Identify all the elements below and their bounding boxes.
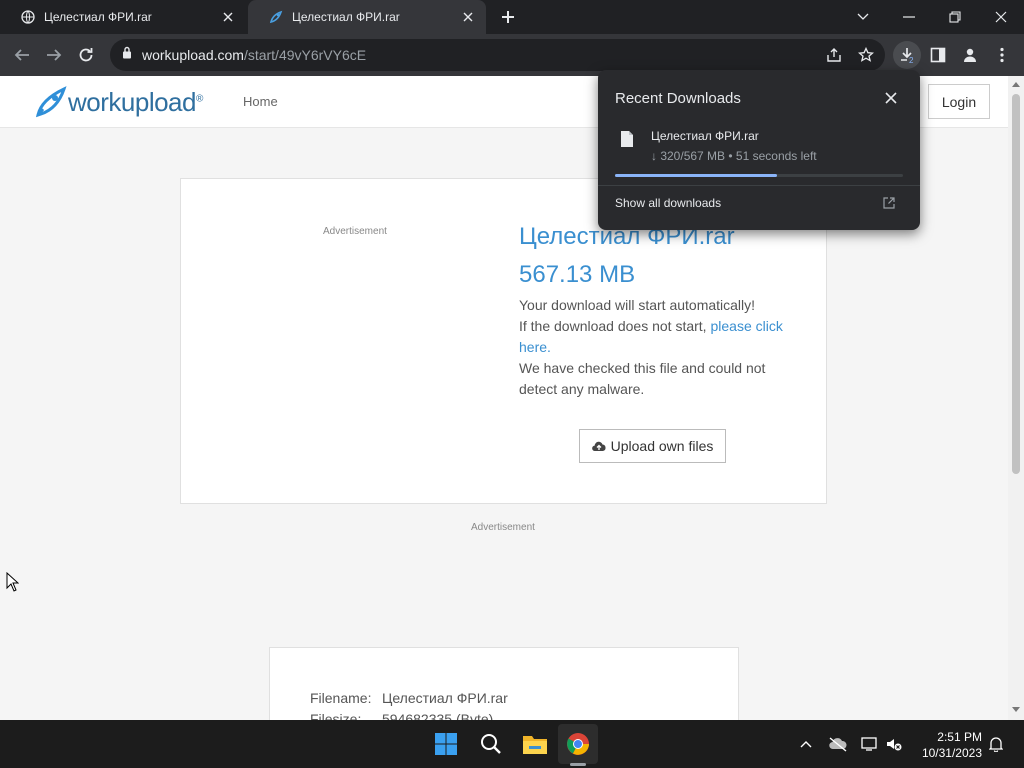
logo-text: workupload® <box>68 86 203 117</box>
download-progress-bar <box>615 174 903 177</box>
file-explorer-icon[interactable] <box>515 724 555 764</box>
file-icon <box>620 130 634 148</box>
minimize-icon[interactable] <box>886 0 932 34</box>
url-text: workupload.com/start/49vY6rVY6cE <box>142 47 367 63</box>
scroll-down-icon[interactable] <box>1012 706 1020 714</box>
system-clock[interactable]: 2:51 PM 10/31/2023 <box>912 729 982 761</box>
file-details-panel: Filename: Целестиал ФРИ.rar Filesize: 59… <box>269 647 739 720</box>
scroll-up-icon[interactable] <box>1012 80 1020 88</box>
chevron-down-icon[interactable] <box>840 0 886 34</box>
close-icon[interactable] <box>882 89 900 107</box>
downloads-title: Recent Downloads <box>615 90 741 107</box>
filename-label: Filename: <box>310 690 372 706</box>
windows-taskbar: 2:51 PM 10/31/2023 <box>0 720 1024 768</box>
close-icon[interactable] <box>460 9 476 25</box>
upload-button-label: Upload own files <box>610 438 714 454</box>
advertisement-label: Advertisement <box>323 226 387 237</box>
clock-time: 2:51 PM <box>937 730 982 744</box>
tab-title: Целестиал ФРИ.rar <box>44 10 152 24</box>
advertisement-label: Advertisement <box>471 522 535 533</box>
not-start-text: If the download does not start, please c… <box>519 318 783 355</box>
address-bar[interactable]: workupload.com/start/49vY6rVY6cE <box>110 39 885 71</box>
download-info: Your download will start automatically! … <box>519 295 789 400</box>
plus-icon[interactable] <box>499 8 517 26</box>
downloads-bubble: Recent Downloads Целестиал ФРИ.rar ↓ 320… <box>598 70 920 230</box>
chrome-icon[interactable] <box>558 724 598 764</box>
filesize-value: 594682335 (Byte) <box>382 711 494 720</box>
display-icon[interactable] <box>860 734 880 754</box>
malware-note: We have checked this file and could not … <box>519 360 766 397</box>
globe-icon <box>20 9 36 25</box>
upload-own-files-button[interactable]: Upload own files <box>579 429 726 463</box>
download-progress-fill <box>615 174 778 177</box>
share-icon[interactable] <box>820 41 848 69</box>
close-icon[interactable] <box>220 9 236 25</box>
notification-bell-icon[interactable] <box>986 734 1006 754</box>
page-scrollbar[interactable] <box>1008 76 1024 720</box>
scroll-thumb[interactable] <box>1012 94 1020 474</box>
close-window-icon[interactable] <box>978 0 1024 34</box>
active-app-indicator <box>570 763 586 766</box>
reload-icon[interactable] <box>72 41 100 69</box>
download-badge: 2 <box>909 56 914 65</box>
forward-arrow-icon[interactable] <box>40 41 68 69</box>
filesize-label: Filesize: <box>310 711 362 720</box>
cloud-upload-icon <box>591 440 606 452</box>
rocket-logo-icon <box>35 86 67 118</box>
show-all-downloads-link[interactable]: Show all downloads <box>615 196 721 210</box>
mouse-cursor-icon <box>6 571 20 597</box>
download-item-status: ↓ 320/567 MB • 51 seconds left <box>651 149 817 163</box>
tab-inactive[interactable]: Целестиал ФРИ.rar <box>0 0 246 34</box>
nav-home-link[interactable]: Home <box>243 94 278 109</box>
side-panel-icon[interactable] <box>924 41 952 69</box>
star-icon[interactable] <box>852 41 880 69</box>
cloud-offline-icon[interactable] <box>828 734 848 754</box>
download-icon[interactable]: 2 <box>893 41 921 69</box>
back-arrow-icon[interactable] <box>8 41 36 69</box>
login-button[interactable]: Login <box>928 84 990 119</box>
lock-icon <box>122 46 132 64</box>
profile-icon[interactable] <box>956 41 984 69</box>
tab-strip: Целестиал ФРИ.rar Целестиал ФРИ.rar <box>0 0 1024 34</box>
filesize-row: Filesize: 594682335 (Byte) <box>310 711 493 720</box>
tab-active[interactable]: Целестиал ФРИ.rar <box>248 0 486 34</box>
clock-date: 10/31/2023 <box>921 746 982 760</box>
auto-start-text: Your download will start automatically! <box>519 297 756 313</box>
search-icon[interactable] <box>471 724 511 764</box>
open-external-icon[interactable] <box>883 196 897 210</box>
menu-kebab-icon[interactable] <box>988 41 1016 69</box>
workupload-logo[interactable]: workupload® <box>34 84 203 120</box>
tab-title: Целестиал ФРИ.rar <box>292 10 400 24</box>
restore-icon[interactable] <box>932 0 978 34</box>
file-size-heading: 567.13 MB <box>519 261 636 288</box>
divider <box>598 185 920 186</box>
chevron-up-icon[interactable] <box>796 734 816 754</box>
volume-muted-icon[interactable] <box>884 734 904 754</box>
download-item-name[interactable]: Целестиал ФРИ.rar <box>651 129 759 143</box>
filename-value: Целестиал ФРИ.rar <box>382 690 508 706</box>
windows-start-icon[interactable] <box>426 724 466 764</box>
filename-row: Filename: Целестиал ФРИ.rar <box>310 690 508 706</box>
rocket-icon <box>268 9 284 25</box>
